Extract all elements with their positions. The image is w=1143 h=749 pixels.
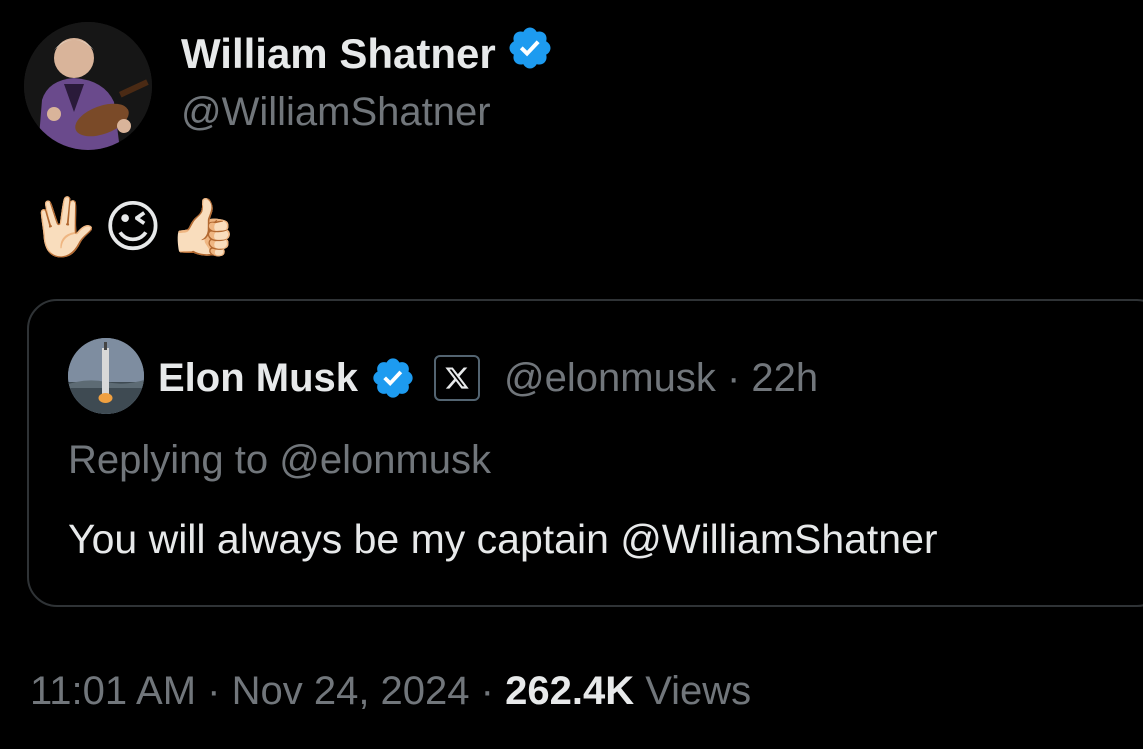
separator-dot: · bbox=[196, 669, 232, 713]
views-count[interactable]: 262.4K bbox=[505, 669, 634, 713]
author-handle[interactable]: @WilliamShatner bbox=[181, 88, 491, 136]
quoted-tweet-time: 22h bbox=[751, 355, 819, 400]
views-label: Views bbox=[634, 669, 752, 713]
tweet-meta: 11:01 AM · Nov 24, 2024 · 262.4K Views bbox=[30, 666, 751, 716]
separator-dot: · bbox=[469, 669, 506, 713]
author-avatar[interactable] bbox=[24, 22, 152, 150]
tweet-time[interactable]: 11:01 AM bbox=[30, 669, 196, 713]
vulcan-salute-emoji-icon: 🖖🏻 bbox=[28, 195, 98, 258]
verified-badge-icon bbox=[370, 355, 416, 401]
quoted-author-name[interactable]: Elon Musk bbox=[158, 356, 358, 401]
quoted-author-avatar[interactable] bbox=[68, 338, 144, 414]
replying-to-line: Replying to @elonmusk bbox=[68, 435, 491, 485]
quoted-author-handle: @elonmusk bbox=[504, 355, 716, 400]
replying-to-prefix: Replying to bbox=[68, 438, 280, 482]
replying-to-handle[interactable]: @elonmusk bbox=[279, 438, 491, 482]
quoted-tweet-card[interactable]: Elon Musk @elonmusk · 22h Replying to @e… bbox=[27, 299, 1143, 607]
tweet-body: 🖖🏻 😉 👍🏻 bbox=[28, 192, 238, 262]
thumbs-up-emoji-icon: 👍🏻 bbox=[168, 195, 238, 258]
quoted-tweet-header: Elon Musk @elonmusk · 22h bbox=[158, 353, 818, 403]
author-name-text: William Shatner bbox=[181, 29, 496, 77]
author-name[interactable]: William Shatner bbox=[181, 24, 554, 83]
quoted-tweet-text: You will always be my captain @WilliamSh… bbox=[68, 516, 938, 562]
tweet-date[interactable]: Nov 24, 2024 bbox=[232, 669, 470, 713]
quoted-author-handle-and-time[interactable]: @elonmusk · 22h bbox=[504, 356, 818, 401]
x-logo-icon[interactable] bbox=[434, 355, 481, 401]
winking-face-emoji-icon: 😉 bbox=[103, 195, 163, 258]
verified-badge-icon bbox=[506, 24, 554, 83]
separator-dot: · bbox=[726, 355, 741, 400]
